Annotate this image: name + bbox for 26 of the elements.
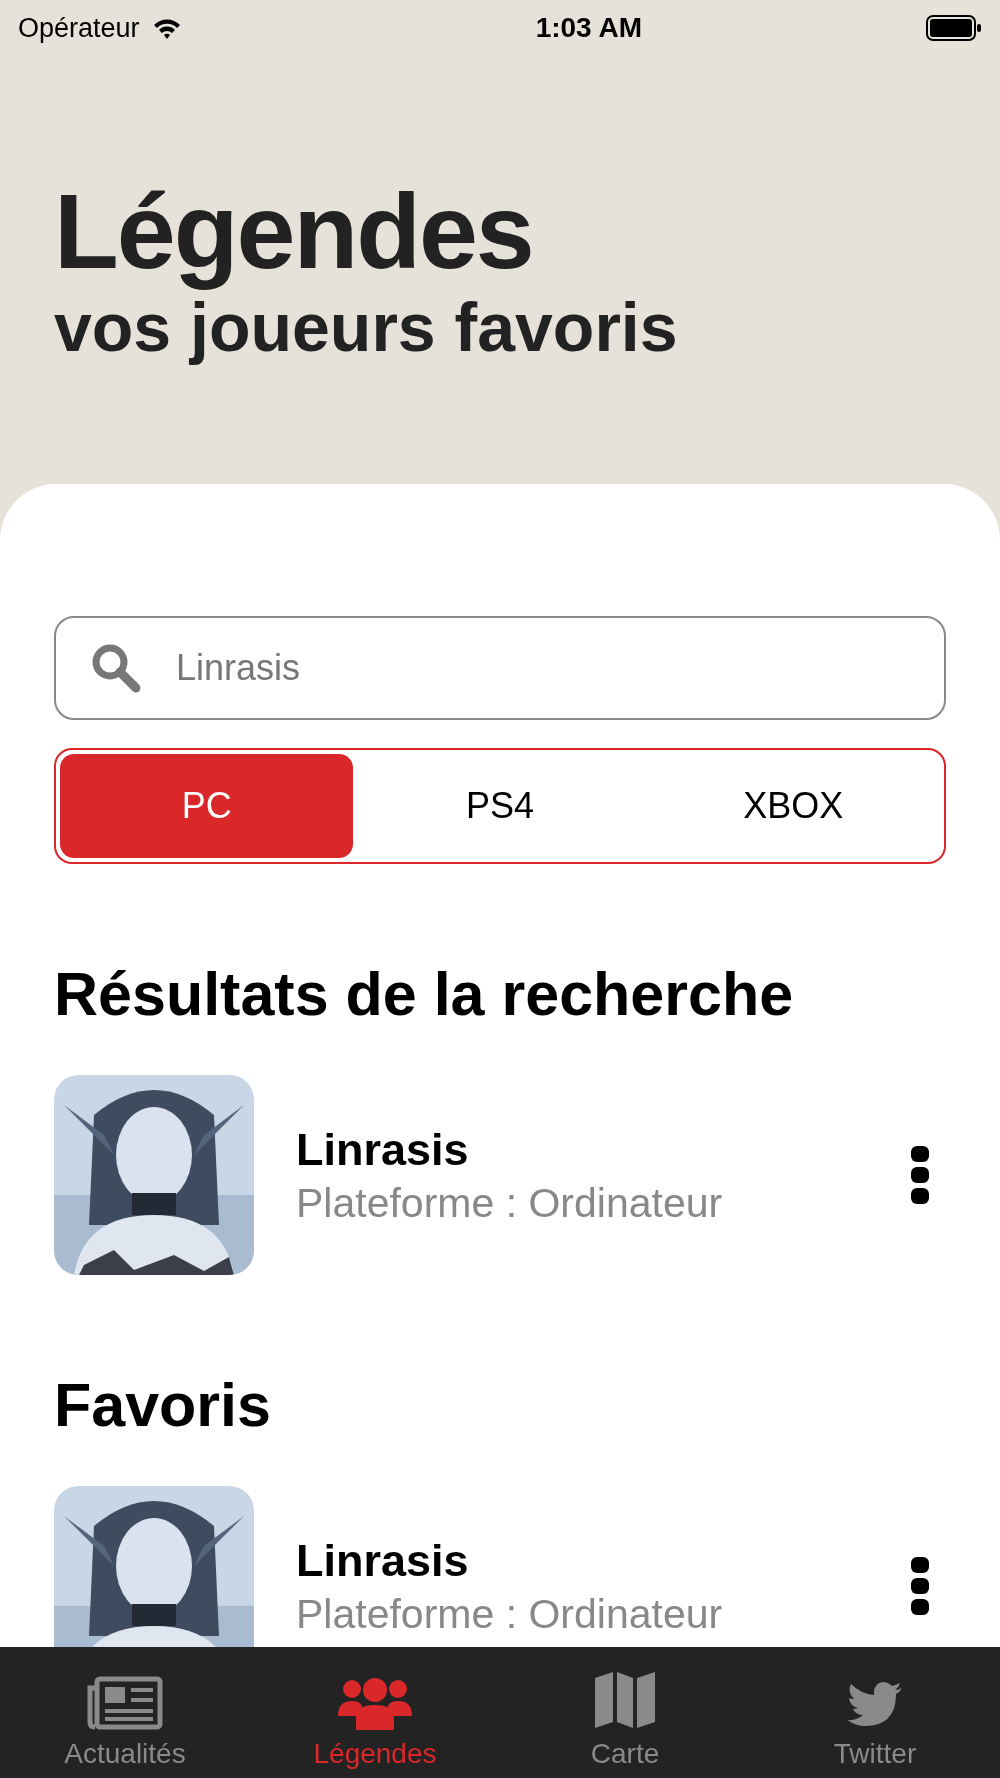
platform-tab[interactable]: PS4	[353, 754, 647, 858]
page-title: Légendes	[54, 176, 534, 288]
tab-bar-item[interactable]: Carte	[500, 1647, 750, 1778]
newspaper-icon	[87, 1676, 163, 1730]
status-time: 1:03 AM	[535, 12, 642, 44]
player-name: Linrasis	[296, 1534, 470, 1587]
search-text: Linrasis	[176, 647, 302, 689]
section-title: Résultats de la recherche	[54, 964, 795, 1025]
section-title: Favoris	[54, 1375, 272, 1436]
carrier-name: Opérateur	[18, 12, 140, 44]
more-options-icon[interactable]	[910, 1556, 930, 1616]
player-name: Linrasis	[296, 1123, 470, 1176]
player-platform: Plateforme : Ordinateur	[296, 1179, 724, 1227]
platform-tab[interactable]: XBOX	[646, 754, 940, 858]
tab-bar-item[interactable]: Légendes	[250, 1647, 500, 1778]
more-options-icon[interactable]	[910, 1145, 930, 1205]
tab-bar-item[interactable]: Actualités	[0, 1647, 250, 1778]
map-icon	[593, 1670, 657, 1730]
page-subtitle: vos joueurs favoris	[54, 289, 679, 368]
tab-bar-item[interactable]: Twitter	[750, 1647, 1000, 1778]
search-icon	[90, 642, 142, 694]
platform-tab[interactable]: PC	[60, 754, 354, 858]
group-icon	[338, 1676, 412, 1730]
battery-icon	[926, 15, 982, 41]
player-platform: Plateforme : Ordinateur	[296, 1590, 724, 1638]
search-field[interactable]: Linrasis	[54, 616, 946, 720]
